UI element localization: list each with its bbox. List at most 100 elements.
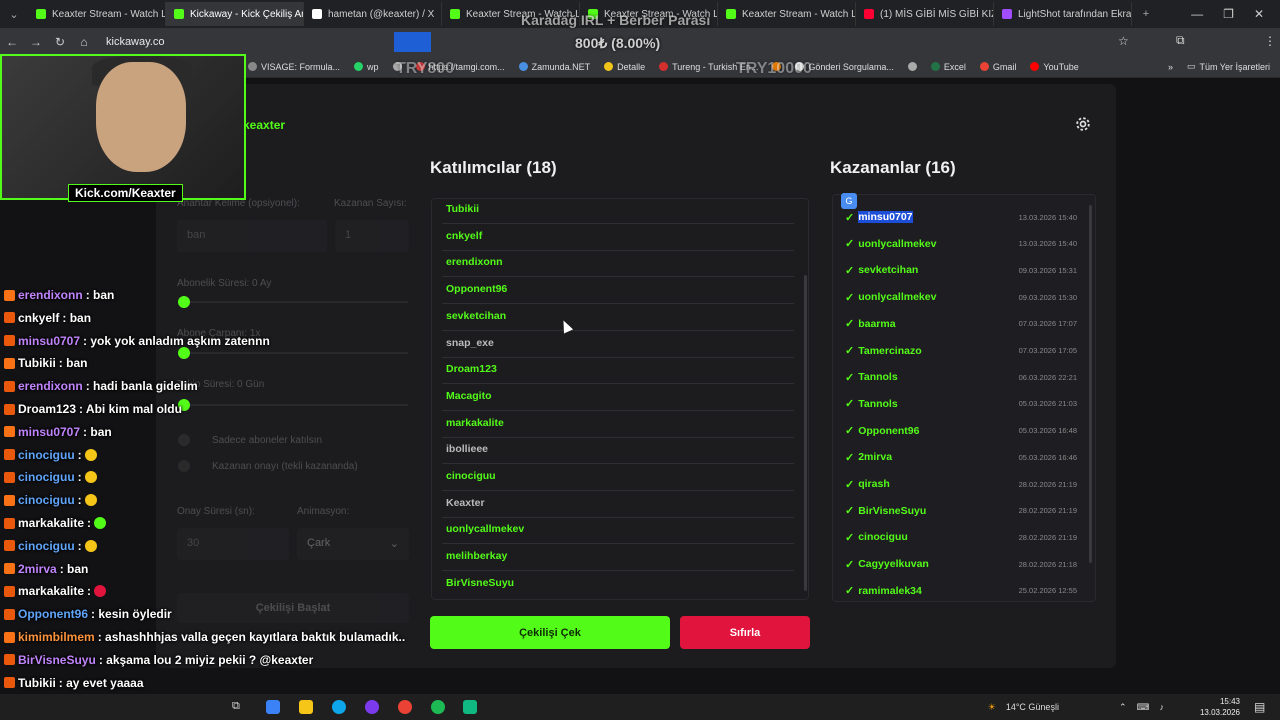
winner-row[interactable]: ✓ sevketcihan 09.03.2026 15:31 (845, 260, 1077, 280)
participants-scrollbar[interactable] (804, 275, 807, 591)
participant-item[interactable]: erendixonn (446, 256, 503, 268)
winner-count-input[interactable]: 1 (335, 220, 409, 252)
participant-item[interactable]: BirVisneSuyu (446, 577, 514, 589)
winner-approval-toggle[interactable] (178, 460, 190, 472)
gear-icon[interactable] (1073, 114, 1093, 134)
subs-only-toggle[interactable] (178, 434, 190, 446)
sub-multiplier-slider-handle[interactable] (178, 347, 190, 359)
participant-item[interactable]: Opponent96 (446, 283, 507, 295)
browser-tab[interactable]: Keaxter Stream - Watch L...✕ (718, 2, 856, 26)
follow-duration-slider-handle[interactable] (178, 399, 190, 411)
winner-row[interactable]: ✓ Tamercinazo 07.03.2026 17:05 (845, 341, 1077, 361)
menu-icon[interactable]: ⋮ (1264, 34, 1276, 48)
participant-item[interactable]: cnkyelf (446, 230, 482, 242)
notifications-icon[interactable]: ▤ (1254, 700, 1265, 714)
winner-row[interactable]: ✓ uonlycallmekev 13.03.2026 15:40 (845, 234, 1077, 254)
sub-multiplier-slider[interactable] (180, 352, 408, 354)
speaker-icon[interactable]: ♪ (1160, 702, 1165, 712)
winner-row[interactable]: ✓ minsu0707 13.03.2026 15:40 (845, 207, 1077, 227)
participant-item[interactable]: ibollieee (446, 443, 488, 455)
tray-chevron-icon[interactable]: ⌃ (1119, 702, 1127, 713)
animation-select[interactable]: Çark ⌄ (297, 528, 409, 560)
home-icon[interactable]: ⌂ (72, 35, 96, 49)
bookmark-item[interactable]: VISAGE: Formula... (248, 62, 340, 72)
copilot-icon[interactable] (266, 700, 280, 714)
bookmark-item[interactable]: Gmail (979, 62, 1016, 72)
participant-item[interactable]: cinociguu (446, 470, 496, 482)
approval-time-input[interactable]: 30 (177, 528, 289, 560)
bookmark-item[interactable] (907, 62, 917, 71)
bookmark-item[interactable]: Excel (930, 62, 966, 72)
chrome-profile-icon[interactable] (365, 700, 379, 714)
tab-search-icon[interactable]: ⌄ (0, 8, 28, 21)
winner-row[interactable]: ✓ BirVisneSuyu 28.02.2026 21:19 (845, 501, 1077, 521)
winner-row[interactable]: ✓ Opponent96 05.03.2026 16:48 (845, 421, 1077, 441)
winner-row[interactable]: ✓ cinociguu 28.02.2026 21:19 (845, 527, 1077, 547)
minimize-icon[interactable]: — (1191, 7, 1203, 21)
winners-list[interactable]: G ✓ minsu0707 13.03.2026 15:40 ✓ uonlycallme… (832, 193, 1096, 602)
keyword-input[interactable]: ban (177, 220, 327, 252)
back-icon[interactable]: ← (0, 35, 24, 49)
winner-date: 28.02.2026 21:19 (1018, 532, 1077, 542)
weather-text[interactable]: 14°C Güneşli (1006, 702, 1059, 712)
approval-time-label: Onay Süresi (sn): (177, 506, 255, 517)
bookmark-item[interactable]: YouTube (1030, 62, 1079, 72)
winners-title: Kazananlar (16) (830, 158, 956, 177)
participant-item[interactable]: Droam123 (446, 363, 497, 375)
participant-item[interactable]: Keaxter (446, 497, 485, 509)
app-icon[interactable] (463, 700, 477, 714)
restore-icon[interactable]: ❐ (1223, 7, 1234, 21)
file-explorer-icon[interactable] (299, 700, 313, 714)
participant-item[interactable]: Macagito (446, 390, 492, 402)
winner-row[interactable]: ✓ ramimalek34 25.02.2026 12:55 (845, 581, 1077, 601)
all-bookmarks-folder[interactable]: ▭ Tüm Yer İşaretleri (1187, 61, 1270, 72)
browser-tab[interactable]: Keaxter Stream - Watch L...✕ (28, 2, 166, 26)
forward-icon[interactable]: → (24, 35, 48, 49)
participant-item[interactable]: uonlycallmekev (446, 523, 524, 535)
task-view-icon[interactable]: ⧉ (232, 700, 246, 714)
winner-row[interactable]: ✓ uonlycallmekev 09.03.2026 15:30 (845, 287, 1077, 307)
chrome-icon[interactable] (398, 700, 412, 714)
browser-tab-active[interactable]: Kickaway - Kick Çekiliş Ar...✕ (166, 2, 304, 26)
webcam-label: Kick.com/Keaxter (68, 184, 183, 202)
winner-row[interactable]: ✓ Cagyyelkuvan 28.02.2026 21:18 (845, 554, 1077, 574)
start-giveaway-button[interactable]: Çekilişi Başlat (177, 593, 409, 623)
url-field[interactable]: kickaway.co (106, 36, 164, 48)
participant-item[interactable]: melihberkay (446, 550, 507, 562)
winner-name: Tamercinazo (858, 344, 922, 357)
clock[interactable]: 15:43 13.03.2026 (1200, 696, 1240, 718)
participant-item[interactable]: snap_exe (446, 337, 494, 349)
participant-divider (442, 570, 794, 572)
winner-row[interactable]: ✓ qirash 28.02.2026 21:19 (845, 474, 1077, 494)
winner-row[interactable]: ✓ Tannols 05.03.2026 21:03 (845, 394, 1077, 414)
sub-duration-slider[interactable] (180, 301, 408, 303)
star-icon[interactable]: ☆ (1118, 34, 1129, 48)
reload-icon[interactable]: ↻ (48, 35, 72, 49)
participant-item[interactable]: sevketcihan (446, 310, 506, 322)
bookmarks-overflow-icon[interactable]: » (1168, 62, 1173, 72)
reset-button[interactable]: Sıfırla (680, 616, 810, 649)
winner-row[interactable]: ✓ baarma 07.03.2026 17:07 (845, 314, 1077, 334)
browser-tab[interactable]: (1) MİS GİBİ MİS GİBİ KIZ...✕ (856, 2, 994, 26)
bookmark-item[interactable]: wp (354, 62, 379, 72)
edge-icon[interactable] (332, 700, 346, 714)
browser-tab[interactable]: LightShot tarafından Ekra...✕ (994, 2, 1132, 26)
participant-item[interactable]: markakalite (446, 417, 504, 429)
follow-duration-slider[interactable] (180, 404, 408, 406)
participant-item[interactable]: Tubikii (446, 203, 479, 215)
new-tab-icon[interactable]: + (1132, 8, 1160, 20)
bookmark-item[interactable]: Zamunda.NET (518, 62, 590, 72)
winners-scrollbar[interactable] (1089, 205, 1092, 563)
participants-list[interactable]: Tubikii cnkyelf erendixonn Opponent96 sevket… (431, 198, 809, 600)
bookmark-item[interactable]: Detalle (604, 62, 645, 72)
network-icon[interactable]: ⌨ (1137, 702, 1150, 713)
extension-icon[interactable]: ⧉ (1176, 33, 1185, 48)
sub-duration-slider-handle[interactable] (178, 296, 190, 308)
winner-row[interactable]: ✓ Tannols 06.03.2026 22:21 (845, 367, 1077, 387)
close-window-icon[interactable]: ✕ (1254, 7, 1264, 21)
winner-row[interactable]: ✓ 2mirva 05.03.2026 16:46 (845, 447, 1077, 467)
winner-date: 05.03.2026 21:03 (1018, 399, 1077, 409)
spotify-icon[interactable] (431, 700, 445, 714)
browser-tab[interactable]: hametan (@keaxter) / X✕ (304, 2, 442, 26)
draw-button[interactable]: Çekilişi Çek (430, 616, 670, 649)
